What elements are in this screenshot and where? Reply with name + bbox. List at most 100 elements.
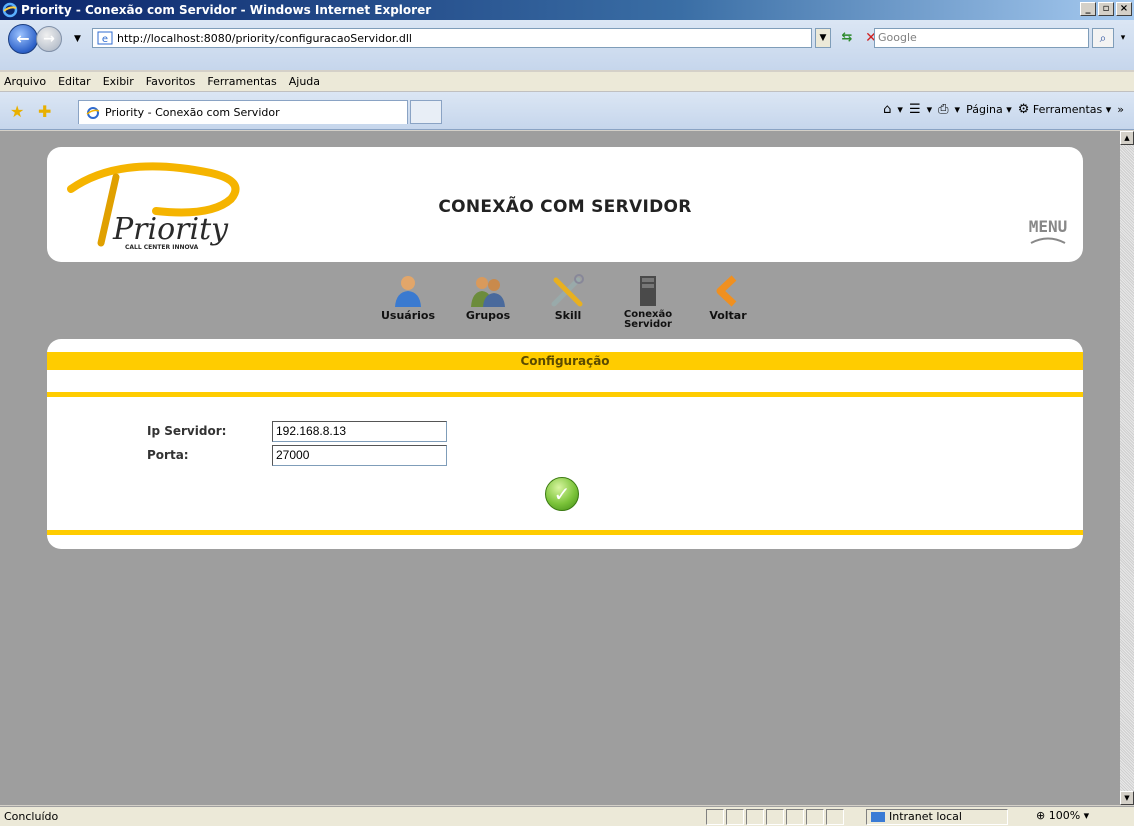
- ie-tab-icon: [86, 106, 100, 119]
- admin-toolbar: Usuários Grupos Skill Conexão Servidor V…: [368, 274, 768, 330]
- status-cell: [766, 809, 784, 825]
- tools-icon: [551, 274, 584, 307]
- page-icon: e: [97, 31, 113, 45]
- home-icon[interactable]: ⌂: [883, 102, 891, 117]
- status-bar: Concluído Intranet local ⊕ 100% ▾: [0, 806, 1134, 826]
- divider: [47, 530, 1083, 535]
- status-cells: [706, 809, 844, 825]
- status-cell: [806, 809, 824, 825]
- new-tab-button[interactable]: [410, 100, 442, 124]
- zoom-icon: ⊕: [1036, 809, 1046, 822]
- refresh-icon[interactable]: ⇆: [836, 28, 858, 48]
- vertical-scrollbar[interactable]: ▲ ▼: [1120, 131, 1134, 805]
- feeds-icon[interactable]: ☰: [909, 102, 921, 117]
- intranet-icon: [871, 812, 885, 822]
- gear-icon: ⚙: [1017, 102, 1030, 117]
- minimize-button[interactable]: _: [1080, 2, 1096, 16]
- window-title-bar[interactable]: Priority - Conexão com Servidor - Window…: [0, 0, 1134, 20]
- menu-item-arquivo[interactable]: Arquivo: [4, 75, 46, 88]
- menu-link-label: MENU: [1028, 217, 1068, 236]
- feeds-dropdown-icon[interactable]: ▾: [927, 103, 933, 116]
- window-title: Priority - Conexão com Servidor - Window…: [21, 3, 432, 17]
- menu-swoosh-icon: [1030, 237, 1066, 244]
- back-chevron-icon: [716, 275, 737, 307]
- port-label: Porta:: [147, 448, 189, 462]
- add-favorite-icon[interactable]: ✚: [38, 102, 51, 121]
- search-icon[interactable]: ⌕: [1092, 28, 1114, 48]
- menu-bar: Arquivo Editar Exibir Favoritos Ferramen…: [0, 72, 1134, 92]
- zone-label: Intranet local: [889, 810, 962, 823]
- tab-active[interactable]: Priority - Conexão com Servidor: [78, 100, 408, 124]
- scroll-up-icon[interactable]: ▲: [1120, 131, 1134, 145]
- close-button[interactable]: ×: [1116, 2, 1132, 16]
- scroll-down-icon[interactable]: ▼: [1120, 791, 1134, 805]
- svg-text:e: e: [102, 34, 108, 45]
- toolbar-grupos-button[interactable]: Grupos: [448, 274, 528, 321]
- logo-subtitle: CALL CENTER INNOVA: [125, 244, 199, 251]
- config-card: Configuração Ip Servidor: Porta: ✓: [47, 339, 1083, 549]
- address-dropdown-icon[interactable]: ▼: [815, 28, 831, 48]
- search-options-dropdown-icon[interactable]: ▾: [1116, 28, 1130, 48]
- ip-server-input[interactable]: [272, 420, 447, 442]
- menu-item-ferramentas[interactable]: Ferramentas: [207, 75, 276, 88]
- toolbar-voltar-button[interactable]: Voltar: [688, 274, 768, 321]
- page-content: Priority CALL CENTER INNOVA CONEXÃO COM …: [0, 131, 1120, 805]
- status-cell: [706, 809, 724, 825]
- menu-item-ajuda[interactable]: Ajuda: [289, 75, 320, 88]
- address-toolbar: ← → ▼ e http://localhost:8080/priority/c…: [0, 20, 1134, 70]
- tab-label: Priority - Conexão com Servidor: [105, 106, 280, 119]
- menu-item-favoritos[interactable]: Favoritos: [146, 75, 196, 88]
- port-input[interactable]: [272, 444, 447, 466]
- menu-link[interactable]: MENU: [1027, 217, 1069, 244]
- home-dropdown-icon[interactable]: ▾: [897, 103, 903, 116]
- status-text: Concluído: [4, 810, 59, 823]
- toolbar-grupos-label: Grupos: [465, 309, 511, 322]
- print-dropdown-icon[interactable]: ▾: [955, 103, 961, 116]
- toolbar-skill-label: Skill: [554, 309, 582, 322]
- logo-text: Priority: [112, 212, 229, 247]
- maximize-button[interactable]: ▫: [1098, 2, 1114, 16]
- page-title: CONEXÃO COM SERVIDOR: [438, 197, 692, 217]
- toolbar-voltar-label: Voltar: [709, 309, 747, 322]
- security-zone[interactable]: Intranet local: [866, 809, 1008, 825]
- divider: [47, 392, 1083, 397]
- checkmark-icon: ✓: [553, 482, 571, 506]
- toolbar-conexao-servidor-button[interactable]: Conexão Servidor: [608, 274, 688, 330]
- toolbar-usuarios-button[interactable]: Usuários: [368, 274, 448, 321]
- status-cell: [826, 809, 844, 825]
- page-menu-label: Página: [966, 103, 1003, 116]
- confirm-button[interactable]: ✓: [545, 477, 579, 511]
- back-button[interactable]: ←: [8, 24, 38, 54]
- server-config-form: Ip Servidor: Porta:: [147, 419, 447, 467]
- config-heading: Configuração: [47, 352, 1083, 370]
- zoom-control[interactable]: ⊕ 100% ▾: [1036, 809, 1126, 825]
- menu-item-exibir[interactable]: Exibir: [103, 75, 134, 88]
- search-input[interactable]: Google: [874, 28, 1089, 48]
- forward-button[interactable]: →: [36, 26, 62, 52]
- server-icon: [640, 276, 656, 306]
- print-icon[interactable]: ⎙: [938, 102, 948, 117]
- zoom-level: 100%: [1048, 809, 1081, 822]
- toolbar-skill-button[interactable]: Skill: [528, 274, 608, 321]
- address-url: http://localhost:8080/priority/configura…: [117, 31, 412, 45]
- favorites-star-icon[interactable]: ★: [10, 102, 24, 121]
- chevron-more-icon[interactable]: »: [1117, 103, 1124, 116]
- tab-toolbar: ★ ✚ Priority - Conexão com Servidor ⌂ ▾ ☰…: [0, 92, 1134, 130]
- menu-item-editar[interactable]: Editar: [58, 75, 91, 88]
- back-arrow-icon: ←: [16, 29, 30, 48]
- address-input[interactable]: e http://localhost:8080/priority/configu…: [92, 28, 812, 48]
- status-cell: [786, 809, 804, 825]
- user-icon: [395, 276, 421, 307]
- history-dropdown-icon[interactable]: ▼: [74, 34, 81, 44]
- tools-menu[interactable]: ⚙ Ferramentas ▾: [1018, 102, 1112, 117]
- toolbar-usuarios-label: Usuários: [380, 309, 436, 322]
- group-icon: [471, 277, 505, 307]
- ie-logo-icon: [2, 2, 18, 18]
- toolbar-conexao-servidor-label: Conexão Servidor: [623, 309, 673, 330]
- forward-arrow-icon: →: [43, 31, 55, 47]
- ip-server-label: Ip Servidor:: [147, 424, 227, 438]
- command-bar: ⌂ ▾ ☰ ▾ ⎙ ▾ Página ▾ ⚙ Ferramentas ▾ »: [883, 102, 1124, 117]
- page-menu[interactable]: Página ▾: [966, 103, 1012, 116]
- tools-menu-label: Ferramentas: [1032, 103, 1103, 116]
- status-cell: [726, 809, 744, 825]
